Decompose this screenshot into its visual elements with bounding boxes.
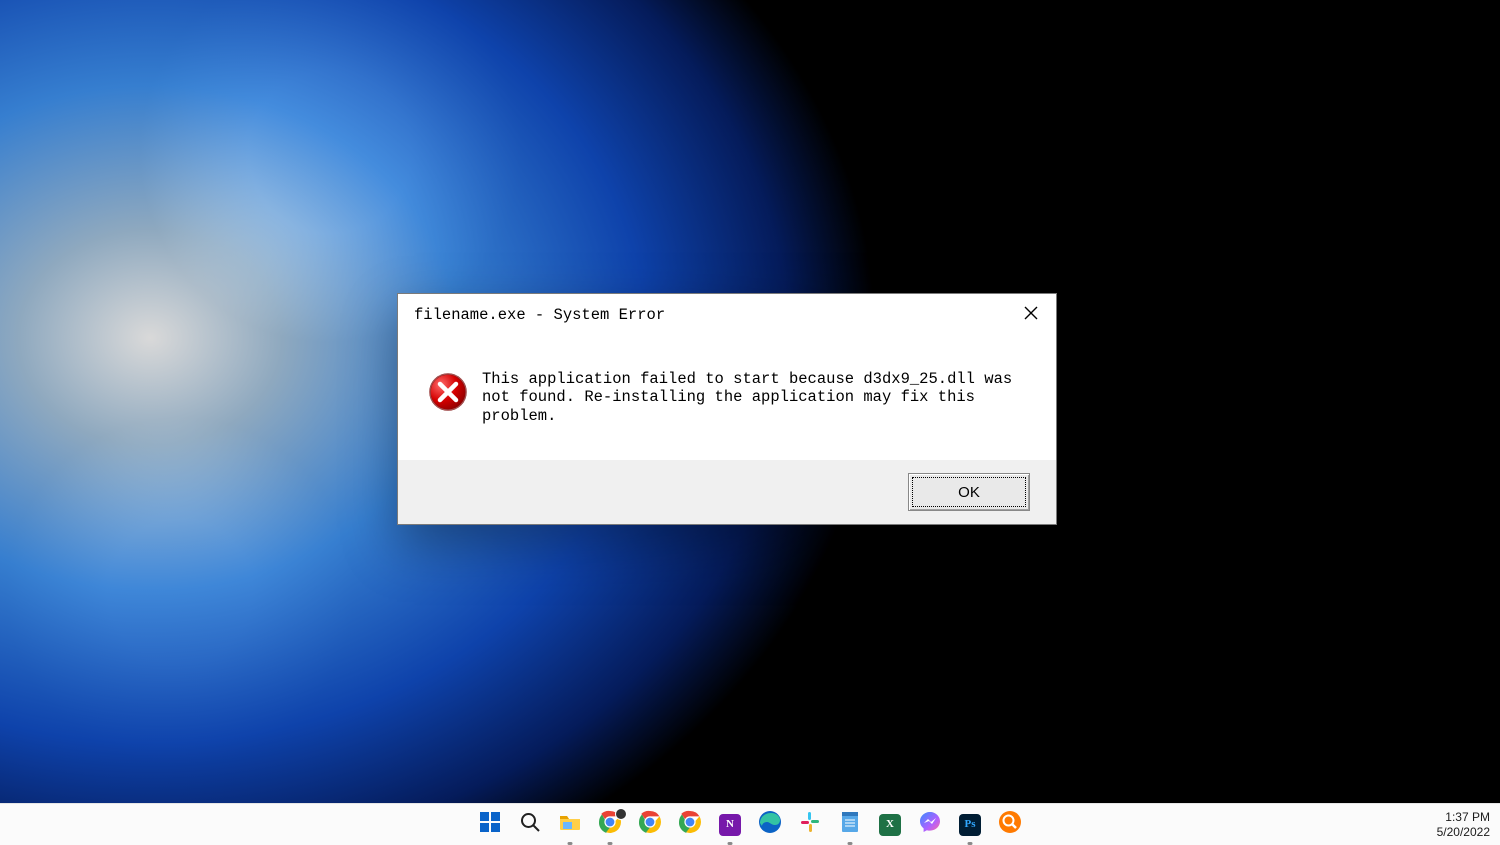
messenger-icon	[918, 810, 942, 839]
taskbar-item-everything[interactable]	[996, 811, 1024, 839]
taskbar-item-photoshop[interactable]: Ps	[956, 811, 984, 839]
system-error-dialog: filename.exe - System Error This applica…	[397, 293, 1057, 525]
windows-logo-icon	[478, 810, 502, 839]
dialog-message: This application failed to start because…	[482, 370, 1022, 425]
taskbar-pinned-apps: N X Ps	[476, 811, 1024, 839]
taskbar-item-excel[interactable]: X	[876, 811, 904, 839]
chrome-icon	[678, 810, 702, 839]
chrome-icon	[638, 810, 662, 839]
systray-time: 1:37 PM	[1445, 810, 1490, 824]
excel-icon: X	[879, 814, 901, 836]
taskbar-item-chrome-1[interactable]	[596, 811, 624, 839]
dialog-body: This application failed to start because…	[398, 336, 1056, 460]
taskbar-item-edge[interactable]	[756, 811, 784, 839]
notepad-icon	[838, 810, 862, 839]
taskbar: N X Ps	[0, 803, 1500, 845]
start-button[interactable]	[476, 811, 504, 839]
ok-button[interactable]: OK	[908, 473, 1030, 511]
onenote-icon: N	[719, 814, 741, 836]
taskbar-item-onenote[interactable]: N	[716, 811, 744, 839]
taskbar-search[interactable]	[516, 811, 544, 839]
close-icon	[1024, 306, 1038, 325]
taskbar-item-messenger[interactable]	[916, 811, 944, 839]
system-tray[interactable]: 1:37 PM 5/20/2022	[1437, 804, 1490, 845]
taskbar-item-file-explorer[interactable]	[556, 811, 584, 839]
folder-icon	[558, 810, 582, 839]
taskbar-item-notepad[interactable]	[836, 811, 864, 839]
close-button[interactable]	[1012, 300, 1050, 330]
systray-date: 5/20/2022	[1437, 825, 1490, 839]
edge-icon	[758, 810, 782, 839]
dialog-titlebar[interactable]: filename.exe - System Error	[398, 294, 1056, 336]
taskbar-item-chrome-3[interactable]	[676, 811, 704, 839]
dialog-title: filename.exe - System Error	[414, 306, 665, 324]
photoshop-icon: Ps	[959, 814, 981, 836]
error-icon	[428, 370, 468, 417]
dialog-button-bar: OK	[398, 460, 1056, 524]
profile-badge-icon	[615, 808, 627, 820]
search-app-icon	[998, 810, 1022, 839]
slack-icon	[798, 810, 822, 839]
taskbar-item-chrome-2[interactable]	[636, 811, 664, 839]
search-icon	[518, 810, 542, 839]
taskbar-item-slack[interactable]	[796, 811, 824, 839]
